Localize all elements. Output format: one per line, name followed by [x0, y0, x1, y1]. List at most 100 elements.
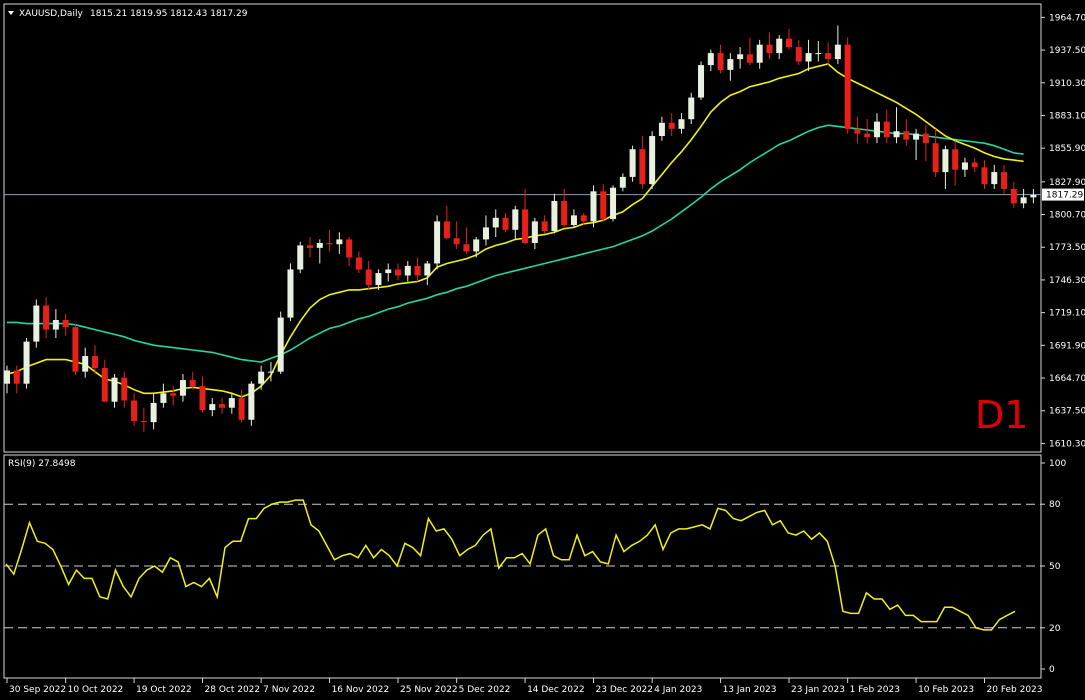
rsi-label: RSI(9) 27.8498: [8, 459, 76, 469]
candle-body: [473, 239, 480, 252]
candle-body: [4, 370, 10, 384]
candle-body: [434, 221, 441, 264]
candle-body: [277, 317, 284, 372]
candle-body: [23, 341, 30, 384]
candle-body: [883, 121, 890, 138]
time-tick-label: 16 Nov 2022: [332, 685, 390, 695]
candle-body: [1001, 172, 1008, 189]
candle-body: [150, 402, 157, 423]
candle-body: [815, 53, 822, 55]
candle: [649, 131, 656, 189]
candle-body: [248, 383, 255, 420]
price-tick-label: 1855.90: [1049, 144, 1085, 154]
candle-body: [297, 245, 304, 270]
candle-body: [404, 265, 411, 276]
candle-body: [62, 319, 69, 328]
candle-body: [913, 133, 920, 140]
candle-body: [678, 119, 685, 129]
candle-body: [961, 162, 968, 170]
candle-body: [502, 217, 509, 230]
rsi-tick-label: 80: [1049, 500, 1061, 510]
candle: [297, 241, 304, 274]
candle-body: [698, 65, 705, 98]
candle: [72, 323, 79, 376]
candle-body: [43, 305, 50, 330]
rsi-tick-label: 50: [1049, 562, 1061, 572]
candle-body: [707, 53, 714, 66]
candle-body: [453, 238, 460, 245]
time-tick-label: 23 Jan 2023: [791, 685, 845, 695]
candle-body: [512, 209, 519, 230]
candle-body: [746, 54, 753, 63]
candle-body: [131, 400, 138, 421]
candle-body: [776, 38, 783, 54]
candle-body: [1030, 194, 1037, 198]
candle-body: [307, 245, 314, 248]
candle-body: [971, 162, 978, 168]
price-tick-label: 1610.30: [1049, 439, 1085, 449]
time-tick-label: 4 Jan 2023: [654, 685, 702, 695]
price-tick-label: 1691.90: [1049, 341, 1085, 351]
trading-chart[interactable]: XAUUSD,Daily 1815.21 1819.95 1812.43 181…: [0, 0, 1085, 700]
price-tick-label: 1773.50: [1049, 243, 1085, 253]
candle-body: [355, 257, 362, 270]
time-tick-label: 10 Feb 2023: [918, 685, 974, 695]
candle-body: [13, 370, 20, 384]
candle-body: [160, 393, 167, 403]
candle-body: [33, 305, 40, 342]
candle-body: [209, 404, 216, 411]
candle: [844, 37, 851, 134]
candle-body: [619, 176, 626, 188]
price-tick-label: 1883.10: [1049, 111, 1085, 121]
price-tick-label: 1827.90: [1049, 178, 1085, 188]
candle-body: [551, 200, 558, 232]
candle-body: [121, 377, 128, 401]
time-tick-label: 20 Feb 2023: [987, 685, 1043, 695]
candle-body: [522, 209, 529, 244]
candle-body: [903, 131, 910, 140]
candle-body: [1020, 197, 1027, 204]
candle: [590, 185, 597, 228]
candle-body: [717, 53, 724, 70]
candle-body: [228, 398, 235, 408]
candle-body: [179, 380, 186, 396]
candle-body: [375, 273, 382, 286]
candle-body: [688, 97, 695, 120]
candle-body: [844, 44, 851, 129]
candle-body: [1010, 188, 1017, 204]
time-tick-label: 13 Jan 2023: [723, 685, 777, 695]
candle-body: [346, 239, 353, 258]
candle-body: [463, 244, 470, 252]
time-tick-label: 23 Dec 2022: [596, 685, 654, 695]
symbol-label: XAUUSD,Daily: [19, 9, 83, 19]
candle-body: [101, 368, 108, 402]
candle-body: [336, 239, 343, 245]
candle-body: [600, 191, 607, 219]
symbol-header[interactable]: XAUUSD,Daily 1815.21 1819.95 1812.43 181…: [8, 9, 248, 19]
time-tick-label: 7 Nov 2022: [263, 685, 315, 695]
candle-body: [756, 44, 763, 63]
candle: [248, 381, 255, 426]
candle: [698, 61, 705, 100]
candle-body: [639, 149, 646, 185]
candle: [610, 185, 617, 222]
rsi-tick-label: 100: [1049, 459, 1066, 469]
candle-body: [140, 420, 147, 423]
time-tick-label: 25 Nov 2022: [400, 685, 458, 695]
candle-body: [52, 319, 59, 330]
time-tick-label: 19 Oct 2022: [136, 685, 192, 695]
time-tick-label: 28 Oct 2022: [205, 685, 261, 695]
chart-background: [0, 0, 1085, 700]
price-tick-label: 1800.70: [1049, 211, 1085, 221]
candle: [33, 299, 40, 348]
price-tick-label: 1637.50: [1049, 407, 1085, 417]
candle-body: [561, 200, 568, 225]
candle-body: [199, 386, 206, 411]
candle-body: [590, 191, 597, 222]
candle: [287, 263, 294, 322]
current-price-tag: 1817.29: [1042, 188, 1084, 201]
candle: [23, 337, 30, 389]
candle: [434, 215, 441, 270]
candle-body: [825, 53, 832, 60]
candle-body: [932, 143, 939, 173]
